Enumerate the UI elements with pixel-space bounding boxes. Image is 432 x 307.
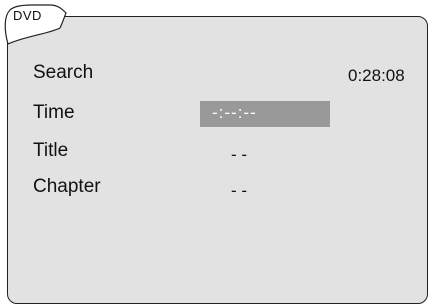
dvd-tab-label: DVD [13,8,42,23]
title-label: Title [33,140,69,161]
title-number-value[interactable]: - - [231,145,247,165]
time-label: Time [33,102,75,123]
chapter-label: Chapter [33,176,101,197]
time-input-field[interactable]: -:--:-- [200,101,330,127]
chapter-number-value[interactable]: - - [231,181,247,201]
time-input-value: -:--:-- [212,103,257,122]
search-label: Search [33,62,94,83]
dvd-menu-panel [7,16,428,304]
search-time-value: 0:28:08 [348,66,405,85]
